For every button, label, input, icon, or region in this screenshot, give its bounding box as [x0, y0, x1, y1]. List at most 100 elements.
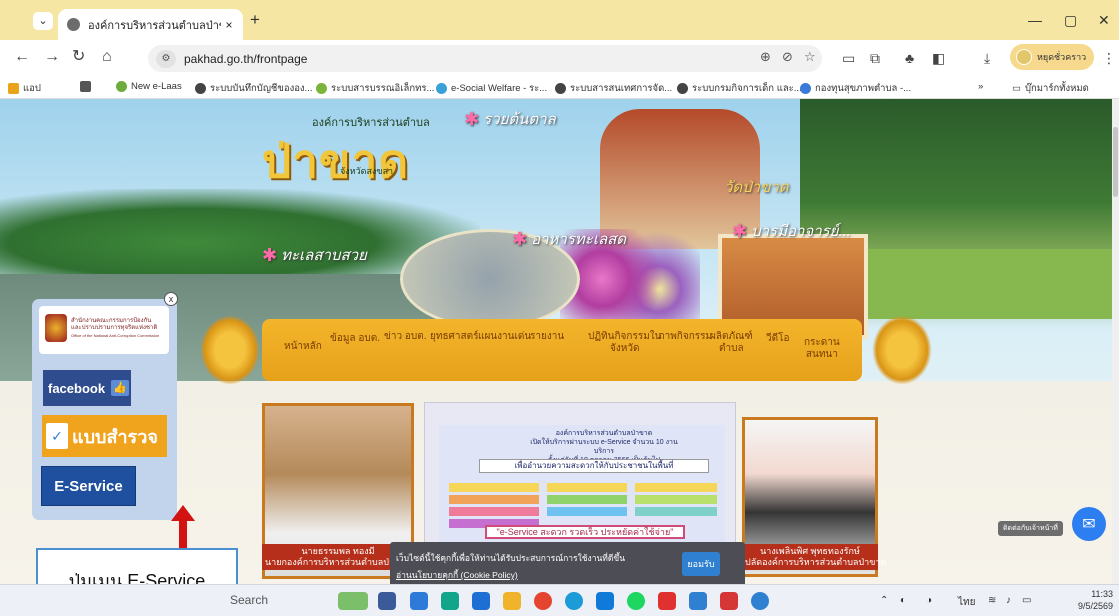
- caption-text: บารมีอาจารย์...: [751, 223, 851, 240]
- new-tab-button[interactable]: +: [250, 11, 260, 28]
- file-explorer-icon[interactable]: [503, 592, 521, 610]
- acrobat-icon[interactable]: [720, 592, 738, 610]
- bookmark-label: e-Social Welfare - ระ...: [451, 83, 548, 94]
- edge-icon[interactable]: [565, 592, 583, 610]
- header-field-image: [840, 249, 1112, 319]
- nacc-line1: สำนักงานคณะกรรมการป้องกัน: [71, 318, 152, 324]
- bookmark-label: ระบบสารบรรณอิเล็กทร...: [331, 83, 435, 94]
- chrome-icon[interactable]: [534, 592, 552, 610]
- app-icon[interactable]: [751, 592, 769, 610]
- bookmarks-more-button[interactable]: »: [978, 81, 983, 92]
- nav-calendar-line2: จังหวัด: [610, 343, 640, 354]
- nav-calendar[interactable]: ปฏิทินกิจกรรมใน จังหวัด: [588, 331, 662, 355]
- taskview-icon[interactable]: [378, 592, 396, 610]
- bookmark-esocial[interactable]: e-Social Welfare - ระ...: [436, 81, 547, 96]
- apps-grid-icon: [8, 83, 19, 94]
- nav-plans[interactable]: แผนงานเด่น: [478, 331, 531, 343]
- bookmark-children[interactable]: ระบบกรมกิจการเด็ก และ...: [677, 81, 802, 96]
- volume-icon[interactable]: ♪: [1006, 595, 1011, 606]
- split-icon[interactable]: ♣: [905, 50, 914, 66]
- nav-reports[interactable]: รายงาน: [530, 331, 564, 343]
- back-icon[interactable]: ←: [14, 48, 30, 66]
- bookmark-info[interactable]: ระบบสารสนเทศการจัด...: [555, 81, 672, 96]
- nav-ornament-left: [200, 315, 260, 385]
- battery-icon[interactable]: ▭: [1022, 595, 1031, 606]
- download-icon[interactable]: ⤓: [984, 50, 990, 67]
- bookmark-label: แอป: [23, 83, 41, 94]
- store-icon[interactable]: [472, 592, 490, 610]
- nacc-banner[interactable]: สำนักงานคณะกรรมการป้องกัน และปราบปรามการ…: [39, 306, 169, 354]
- browser-tab-active[interactable]: องค์การบริหารส่วนตำบลป่าขาด อ.สิง ×: [58, 9, 243, 40]
- bookmark-apps[interactable]: แอป: [8, 81, 41, 96]
- poster-item: [635, 507, 717, 516]
- thumbs-up-icon: 👍: [111, 380, 130, 396]
- taskbar-search[interactable]: Search: [230, 593, 268, 607]
- taskbar-clock[interactable]: 11:33 9/5/2569: [1078, 588, 1113, 612]
- bookmark-accounting[interactable]: ระบบบันทึกบัญชีขององ...: [195, 81, 312, 96]
- nav-news[interactable]: ข่าว อบต.: [384, 331, 426, 343]
- all-bookmarks[interactable]: ▭ บุ๊กมาร์กทั้งหมด: [1012, 81, 1089, 96]
- bookmark-elaas[interactable]: New e-Laas: [116, 81, 182, 92]
- spotify-icon[interactable]: [627, 592, 645, 610]
- tab-search-dropdown[interactable]: ⌄: [33, 12, 53, 30]
- close-window-icon[interactable]: ✕: [1098, 12, 1110, 29]
- messenger-icon[interactable]: ✉: [1072, 507, 1106, 541]
- menu-icon[interactable]: ⋮: [1102, 50, 1116, 67]
- tray-app-icon[interactable]: ◑: [926, 595, 932, 606]
- zoom-icon[interactable]: ⊕: [760, 49, 771, 65]
- tray-app-icon[interactable]: ◐: [900, 595, 906, 606]
- cookie-accept-button[interactable]: ยอมรับ: [682, 552, 720, 576]
- all-bookmarks-label: บุ๊กมาร์กทั้งหมด: [1024, 83, 1089, 94]
- widgets-icon[interactable]: [338, 592, 368, 610]
- cookie-policy-link[interactable]: อ่านนโยบายคุกกี้ (Cookie Policy): [396, 568, 518, 582]
- app-icon[interactable]: [689, 592, 707, 610]
- nav-gallery[interactable]: ภาพกิจกรรม: [658, 331, 712, 343]
- language-indicator[interactable]: ไทย: [958, 595, 975, 610]
- translate-icon[interactable]: ◧: [932, 50, 945, 67]
- caption-lake: ✱ ทะเลสาบสวย: [262, 243, 367, 267]
- nav-about[interactable]: ข้อมูล อบต.: [330, 333, 380, 345]
- nav-strategy[interactable]: ยุทธศาสตร์: [430, 331, 479, 343]
- contact-staff-button[interactable]: ติดต่อกับเจ้าหน้าที่: [998, 521, 1063, 536]
- wifi-icon[interactable]: ≋: [988, 595, 996, 606]
- minimize-icon[interactable]: —: [1028, 12, 1042, 28]
- nav-forum[interactable]: กระดาน สนทนา: [804, 337, 840, 361]
- nav-video[interactable]: วีดีโอ: [766, 333, 790, 345]
- side-panel-close-button[interactable]: x: [164, 292, 178, 306]
- restore-icon[interactable]: ▢: [1064, 12, 1077, 29]
- profile-name: หยุดชั่วคราว: [1037, 52, 1087, 62]
- copilot-icon[interactable]: [410, 592, 428, 610]
- page-scrollbar[interactable]: [1112, 99, 1119, 584]
- eservice-button[interactable]: E-Service: [41, 466, 136, 506]
- tray-chevron-icon[interactable]: ⌃: [880, 595, 888, 606]
- forward-icon[interactable]: →: [44, 48, 60, 66]
- bookmark-health-fund[interactable]: กองทุนสุขภาพตำบล -...: [800, 81, 911, 96]
- nav-products[interactable]: ผลิตภัณฑ์ ตำบล: [710, 331, 753, 355]
- app-icon[interactable]: [658, 592, 676, 610]
- facebook-label: facebook: [48, 380, 106, 396]
- nav-home[interactable]: หน้าหลัก: [284, 341, 322, 353]
- scrollbar-thumb[interactable]: [1113, 127, 1118, 197]
- tab-close-button[interactable]: ×: [221, 18, 237, 32]
- facebook-button[interactable]: facebook 👍: [43, 370, 131, 406]
- extensions-icon[interactable]: ⧉: [870, 50, 880, 67]
- url-text[interactable]: pakhad.go.th/frontpage: [184, 52, 307, 66]
- bookmark-favicon-icon: [316, 83, 327, 94]
- tab-title: องค์การบริหารส่วนตำบลป่าขาด อ.สิง: [88, 19, 221, 32]
- reload-icon[interactable]: ↻: [72, 48, 85, 66]
- star-icon[interactable]: ☆: [804, 49, 816, 65]
- survey-button[interactable]: ✓ แบบสำรวจ: [42, 415, 167, 457]
- bookmark-grid[interactable]: [80, 81, 95, 92]
- org-logo-title[interactable]: ป่าขาด: [262, 125, 409, 198]
- address-bar[interactable]: ⚙ pakhad.go.th/frontpage ⊕ ⊘ ☆: [148, 45, 822, 72]
- app-icon[interactable]: [596, 592, 614, 610]
- eservice-poster[interactable]: องค์การบริหารส่วนตำบลป่าขาด เปิดให้บริกา…: [424, 402, 736, 554]
- app-icon[interactable]: [441, 592, 459, 610]
- bookmark-label: กองทุนสุขภาพตำบล -...: [815, 83, 912, 94]
- home-icon[interactable]: ⌂: [102, 48, 112, 66]
- bookmark-saraban[interactable]: ระบบสารบรรณอิเล็กทร...: [316, 81, 434, 96]
- eye-off-icon[interactable]: ⊘: [782, 49, 793, 65]
- tab-search-icon[interactable]: ▭: [842, 50, 855, 67]
- site-info-icon[interactable]: ⚙: [156, 49, 176, 68]
- profile-button[interactable]: หยุดชั่วคราว: [1010, 44, 1094, 70]
